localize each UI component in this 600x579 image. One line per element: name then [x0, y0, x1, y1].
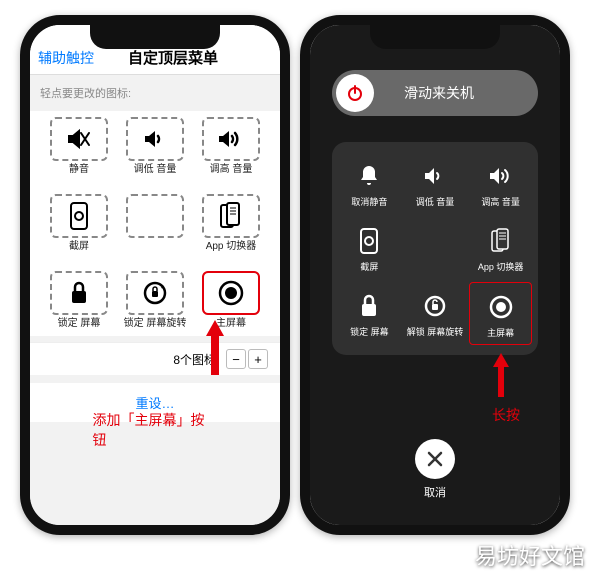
notch — [90, 25, 220, 49]
label: 锁定 屏幕旋转 — [124, 318, 187, 330]
app-switcher-icon — [491, 228, 511, 254]
icon-grid: 静音 调低 音量 调高 音量 截屏 App 切换器 锁定 屏幕 锁定 屏幕旋转 … — [30, 111, 280, 336]
watermark: 易坊好文馆 — [475, 539, 585, 571]
decrement-button[interactable]: − — [226, 349, 246, 369]
annotation-text: 添加「主屏幕」按钮 — [93, 410, 218, 450]
label: 调低 音量 — [134, 164, 177, 176]
vol-up-icon — [217, 128, 245, 150]
lock-icon — [69, 280, 89, 306]
label: 主屏幕 — [487, 328, 514, 339]
close-icon — [427, 451, 443, 467]
close-section: 取消 — [415, 439, 455, 500]
cell-lock-rotation[interactable]: 锁定 屏幕旋转 — [120, 265, 190, 336]
phone-right: 滑动来关机 取消静音 调低 音量 调高 音量 截屏 App 切换器 锁定 屏幕 … — [300, 15, 570, 535]
cell-screenshot[interactable]: 截屏 — [44, 188, 114, 259]
label: 截屏 — [360, 262, 378, 273]
cell-mute[interactable]: 静音 — [44, 111, 114, 182]
label: 解锁 屏幕旋转 — [407, 327, 464, 338]
arrow-annotation — [490, 353, 512, 401]
slide-label: 滑动来关机 — [344, 83, 534, 103]
screenshot-icon — [69, 202, 89, 230]
assistive-panel: 取消静音 调低 音量 调高 音量 截屏 App 切换器 锁定 屏幕 解锁 屏幕旋… — [332, 142, 538, 355]
cell-unlock-rotation[interactable]: 解锁 屏幕旋转 — [404, 282, 467, 346]
app-switcher-icon — [220, 202, 242, 230]
cell-empty[interactable] — [120, 188, 190, 259]
label: 调高 音量 — [210, 164, 253, 176]
cell-app-switcher[interactable]: App 切换器 — [469, 217, 532, 279]
label: 调高 音量 — [481, 197, 520, 208]
vol-up-icon — [488, 166, 514, 186]
label: App 切换器 — [206, 241, 257, 253]
power-slider[interactable]: 滑动来关机 — [332, 70, 538, 116]
count-row: 8个图标 − + — [30, 342, 280, 375]
increment-button[interactable]: + — [248, 349, 268, 369]
cell-vol-down[interactable]: 调低 音量 — [404, 152, 467, 214]
cell-lock-screen[interactable]: 锁定 屏幕 — [338, 282, 401, 346]
home-icon — [217, 279, 245, 307]
close-label: 取消 — [424, 484, 446, 500]
rotation-lock-icon — [141, 279, 169, 307]
label: 调低 音量 — [416, 197, 455, 208]
label: 静音 — [69, 164, 89, 176]
screenshot-icon — [360, 228, 378, 254]
phone-left: 辅助触控 自定顶层菜单 轻点要更改的图标: 静音 调低 音量 调高 音量 截屏 … — [20, 15, 290, 535]
label: 锁定 屏幕 — [58, 318, 101, 330]
rotation-unlock-icon — [422, 293, 448, 319]
label: 取消静音 — [351, 197, 387, 208]
page-title: 自定顶层菜单 — [74, 47, 272, 68]
annotation-text: 长按 — [492, 405, 520, 425]
label: 锁定 屏幕 — [350, 327, 389, 338]
label: 截屏 — [69, 241, 89, 253]
cell-lock-screen[interactable]: 锁定 屏幕 — [44, 265, 114, 336]
mute-icon — [66, 128, 92, 150]
cell-vol-down[interactable]: 调低 音量 — [120, 111, 190, 182]
label: App 切换器 — [478, 262, 524, 273]
cell-empty — [404, 217, 467, 279]
notch — [370, 25, 500, 49]
lock-icon — [360, 294, 378, 318]
vol-down-icon — [423, 166, 447, 186]
bell-icon — [358, 164, 380, 188]
vol-down-icon — [142, 128, 168, 150]
subtitle: 轻点要更改的图标: — [30, 75, 280, 111]
cell-unmute[interactable]: 取消静音 — [338, 152, 401, 214]
cell-app-switcher[interactable]: App 切换器 — [196, 188, 266, 259]
arrow-annotation — [202, 320, 228, 380]
home-icon — [488, 294, 514, 320]
cell-vol-up[interactable]: 调高 音量 — [469, 152, 532, 214]
close-button[interactable] — [415, 439, 455, 479]
cell-screenshot[interactable]: 截屏 — [338, 217, 401, 279]
cell-home[interactable]: 主屏幕 — [469, 282, 532, 346]
cell-vol-up[interactable]: 调高 音量 — [196, 111, 266, 182]
